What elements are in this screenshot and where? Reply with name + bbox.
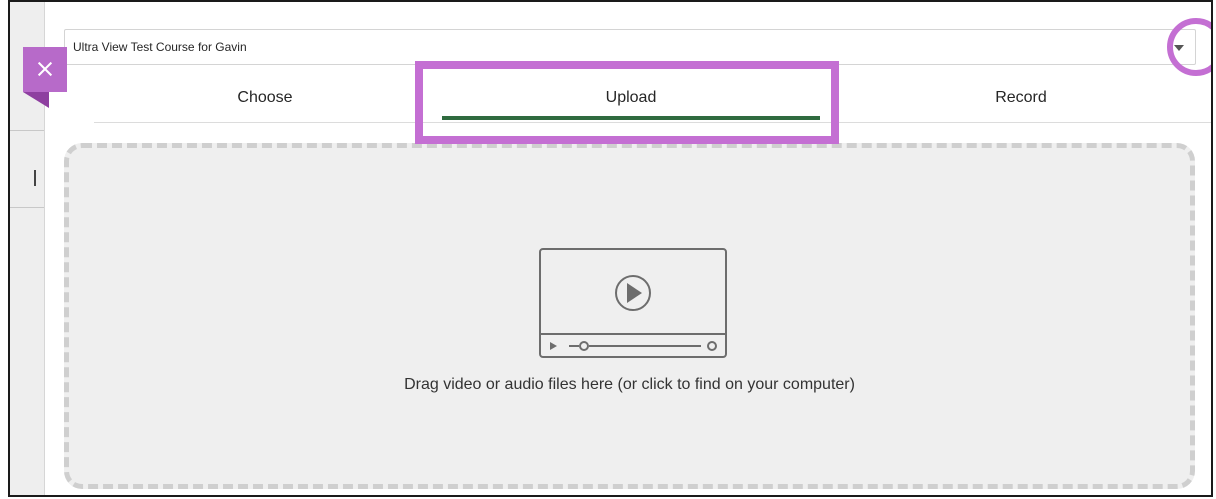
tab-upload-label: Upload bbox=[605, 89, 657, 106]
tab-choose[interactable]: Choose bbox=[94, 72, 436, 122]
course-select[interactable]: Ultra View Test Course for Gavin bbox=[64, 29, 1196, 65]
close-button[interactable] bbox=[23, 47, 67, 92]
tab-record[interactable]: Record bbox=[826, 72, 1211, 122]
tab-record-label: Record bbox=[995, 89, 1047, 106]
close-button-fold bbox=[23, 92, 49, 108]
tab-choose-label: Choose bbox=[237, 89, 293, 106]
course-select-value: Ultra View Test Course for Gavin bbox=[73, 40, 247, 54]
dropzone-instructions: Drag video or audio files here (or click… bbox=[404, 376, 855, 393]
active-tab-indicator bbox=[442, 116, 820, 120]
video-player-icon bbox=[539, 248, 727, 358]
background-divider bbox=[10, 207, 44, 208]
dialog-frame: Ultra View Test Course for Gavin Choose … bbox=[8, 0, 1213, 497]
background-divider bbox=[10, 130, 44, 131]
tab-upload[interactable]: Upload bbox=[436, 72, 826, 122]
background-cursor-mark bbox=[34, 170, 36, 186]
chevron-down-icon[interactable] bbox=[1174, 45, 1184, 51]
media-tabs: Choose Upload Record bbox=[94, 72, 1211, 123]
file-dropzone[interactable]: Drag video or audio files here (or click… bbox=[64, 143, 1195, 489]
media-upload-panel: Ultra View Test Course for Gavin Choose … bbox=[50, 2, 1211, 495]
